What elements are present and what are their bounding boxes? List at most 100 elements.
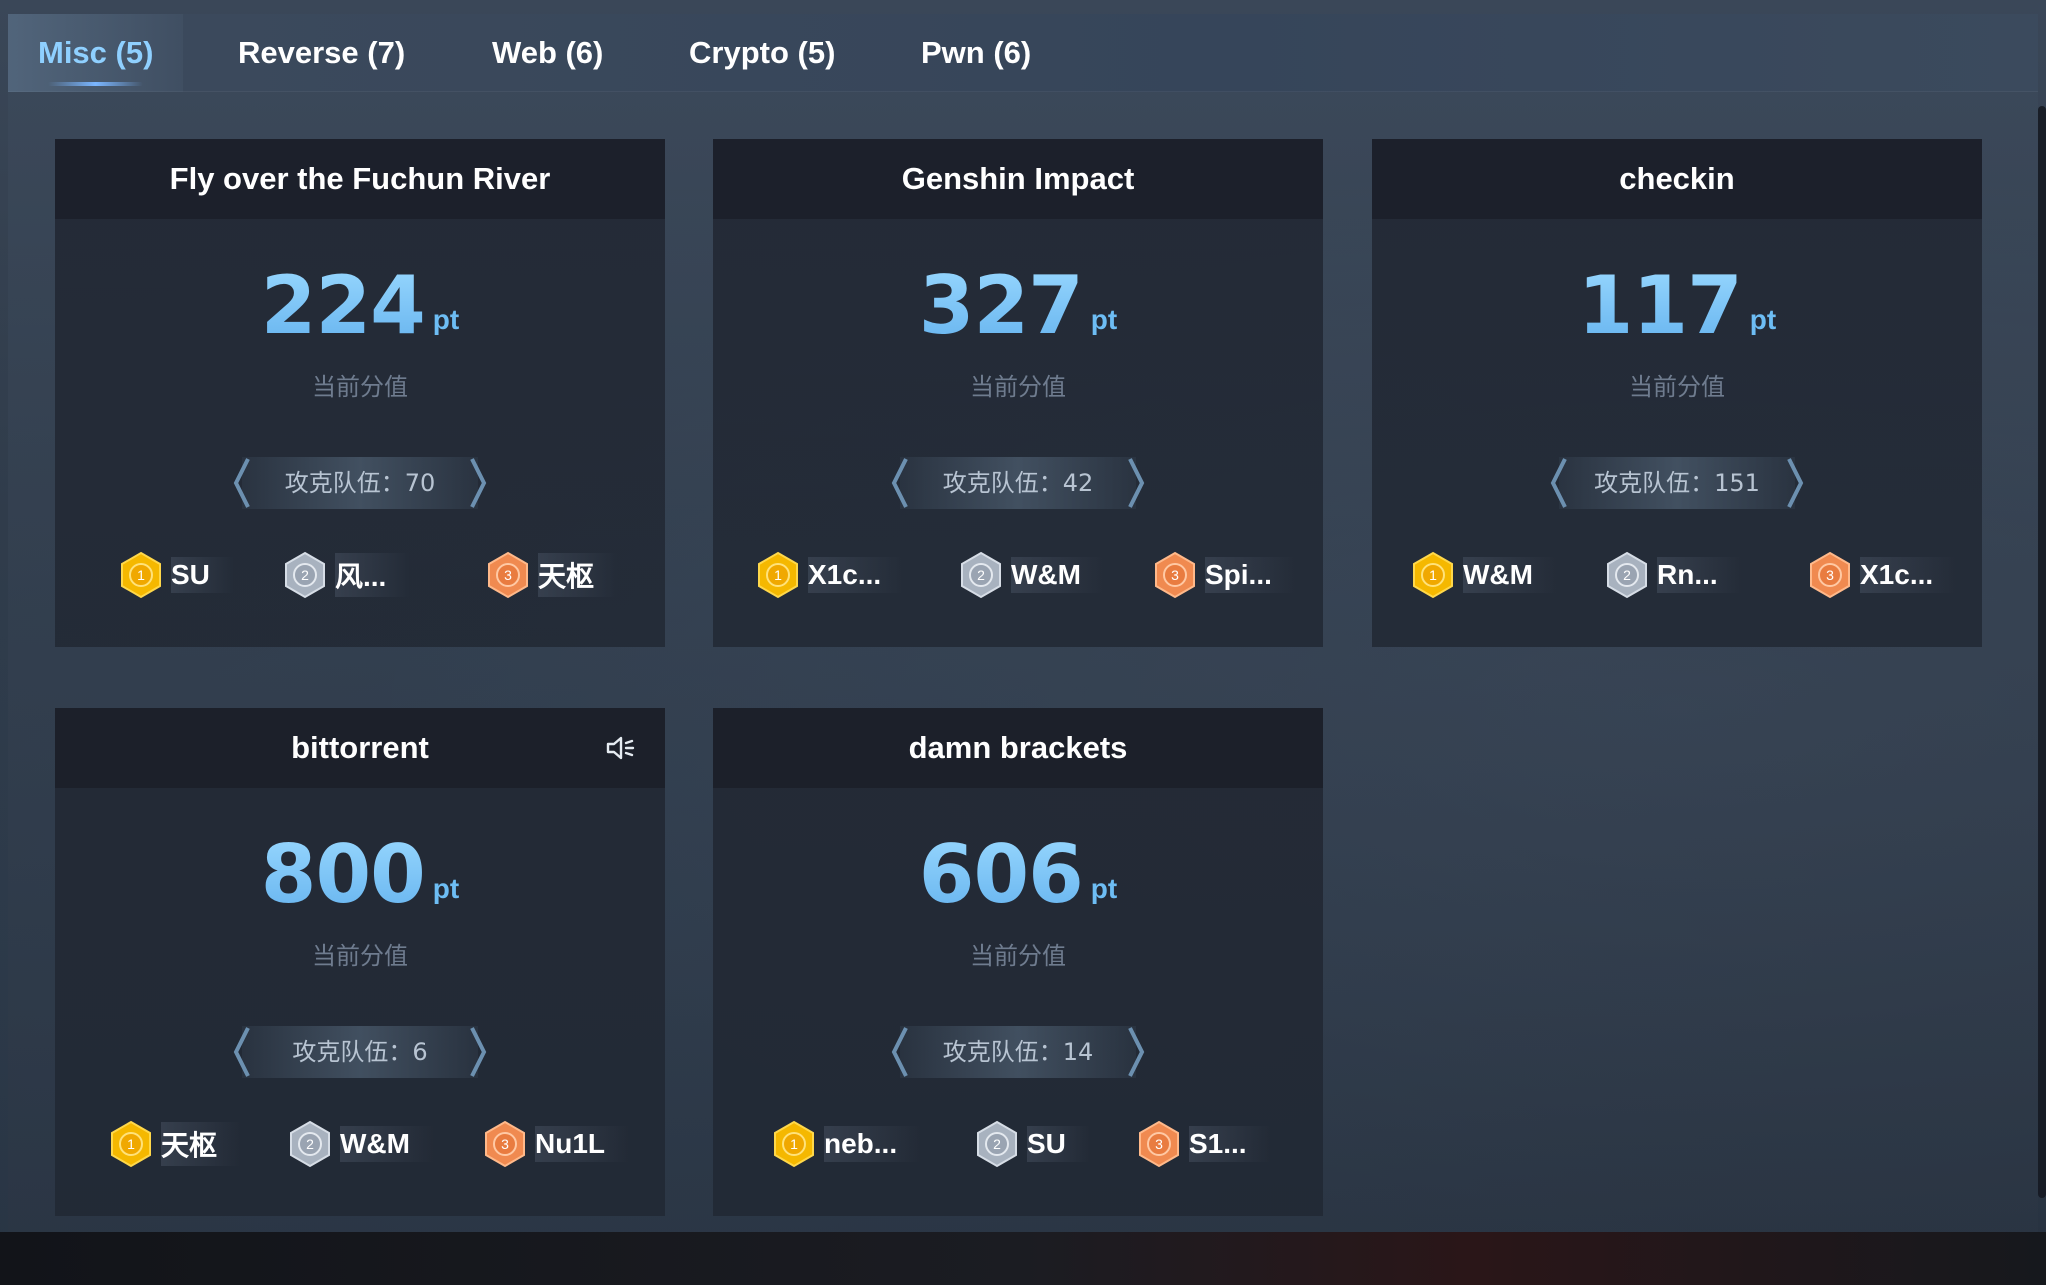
svg-text:1: 1 <box>790 1136 798 1152</box>
challenge-card[interactable]: bittorrent 800pt 当前分值 攻克队伍：6 1 天枢 2 W&M <box>55 708 665 1216</box>
silver-medal-icon: 2 <box>1607 551 1647 599</box>
score-label: 当前分值 <box>1629 373 1725 401</box>
bronze-medal-icon: 3 <box>485 1120 525 1168</box>
tab-reverse[interactable]: Reverse (7) <box>238 14 405 92</box>
rank-entry: 3 天枢 <box>486 551 619 599</box>
gold-medal-icon: 1 <box>1413 551 1453 599</box>
tab-misc[interactable]: Misc (5) <box>8 14 184 92</box>
team-name: 天枢 <box>161 1122 242 1166</box>
right-bracket-icon <box>470 458 487 508</box>
rank-entry: 2 Rn... <box>1605 551 1742 599</box>
challenge-title: damn brackets <box>713 708 1323 788</box>
svg-text:1: 1 <box>127 1136 135 1152</box>
bronze-medal-icon: 3 <box>1810 551 1850 599</box>
team-name: SU <box>1027 1126 1090 1162</box>
rank-entry: 2 风... <box>283 551 411 599</box>
rank-entry: 1 X1c... <box>756 551 906 599</box>
rank-entry: 2 W&M <box>959 551 1105 599</box>
team-name: Rn... <box>1657 557 1742 593</box>
bottom-background-strip <box>0 1232 2046 1285</box>
challenge-card[interactable]: Fly over the Fuchun River 224 pt 当前分值 攻克队… <box>55 139 665 647</box>
solves-text: 攻克队伍：6 <box>292 1038 428 1066</box>
score-label: 当前分值 <box>970 942 1066 970</box>
solves-count: 攻克队伍：14 <box>891 1026 1145 1078</box>
challenge-title: bittorrent <box>55 708 665 788</box>
solves-text: 攻克队伍：151 <box>1594 469 1760 497</box>
svg-text:2: 2 <box>977 567 985 583</box>
score-value: 606 <box>918 828 1084 921</box>
score-label: 当前分值 <box>970 373 1066 401</box>
left-bracket-icon <box>1550 458 1567 508</box>
solves-count: 攻克队伍：70 <box>233 457 487 509</box>
svg-text:1: 1 <box>137 567 145 583</box>
rank-entry: 3 S1... <box>1137 1120 1271 1168</box>
rank-entry: 1 W&M <box>1411 551 1557 599</box>
team-name: X1c... <box>808 557 906 593</box>
team-name: X1c... <box>1860 557 1958 593</box>
bronze-medal-icon: 3 <box>1155 551 1195 599</box>
team-name: SU <box>171 557 234 593</box>
score-display: 606 pt <box>713 828 1323 921</box>
left-bracket-icon <box>233 1027 250 1077</box>
svg-text:3: 3 <box>501 1136 509 1152</box>
team-name: W&M <box>1463 557 1557 593</box>
score-unit: pt <box>1090 304 1118 335</box>
team-name: W&M <box>340 1126 434 1162</box>
score-display: 327 pt <box>713 259 1323 352</box>
solves-text: 攻克队伍：70 <box>284 469 436 497</box>
rank-entry: 2 SU <box>975 1120 1090 1168</box>
score-label: 当前分值 <box>312 373 408 401</box>
right-bracket-icon <box>1128 1027 1145 1077</box>
rank-entry: 3 X1c... <box>1808 551 1958 599</box>
solves-count: 攻克队伍：151 <box>1550 457 1804 509</box>
score-value: 224 <box>260 259 426 352</box>
score-unit: pt <box>1090 873 1118 904</box>
challenge-panel: Misc (5) Reverse (7) Web (6) Crypto (5) … <box>8 14 2046 1232</box>
rank-entry: 3 Nu1L <box>483 1120 629 1168</box>
silver-medal-icon: 2 <box>290 1120 330 1168</box>
tab-pwn[interactable]: Pwn (6) <box>921 14 1031 92</box>
vertical-scrollbar[interactable] <box>2038 106 2046 1198</box>
svg-text:3: 3 <box>1826 567 1834 583</box>
right-bracket-icon <box>1787 458 1804 508</box>
bronze-medal-icon: 3 <box>1139 1120 1179 1168</box>
score-unit: pt <box>432 304 460 335</box>
challenge-title: checkin <box>1372 139 1982 219</box>
left-bracket-icon <box>233 458 250 508</box>
silver-medal-icon: 2 <box>977 1120 1017 1168</box>
challenge-title: Fly over the Fuchun River <box>55 139 665 219</box>
svg-text:2: 2 <box>306 1136 314 1152</box>
score-value: 117 <box>1577 259 1743 352</box>
score-display: 224 pt <box>55 259 665 352</box>
challenge-card[interactable]: checkin 117 pt 当前分值 攻克队伍：151 1 W&M 2 Rn..… <box>1372 139 1982 647</box>
score-display: 117 pt <box>1372 259 1982 352</box>
challenge-card[interactable]: Genshin Impact 327 pt 当前分值 攻克队伍：42 1 X1c.… <box>713 139 1323 647</box>
right-bracket-icon <box>470 1027 487 1077</box>
rank-entry: 1 天枢 <box>109 1120 242 1168</box>
gold-medal-icon: 1 <box>758 551 798 599</box>
tab-crypto[interactable]: Crypto (5) <box>689 14 835 92</box>
team-name: neb... <box>824 1126 922 1162</box>
solves-count: 攻克队伍：6 <box>233 1026 487 1078</box>
team-name: S1... <box>1189 1126 1271 1162</box>
rank-entry: 3 Spi... <box>1153 551 1296 599</box>
challenge-card[interactable]: damn brackets 606 pt 当前分值 攻克队伍：14 1 neb..… <box>713 708 1323 1216</box>
tab-web[interactable]: Web (6) <box>492 14 603 92</box>
svg-text:3: 3 <box>1155 1136 1163 1152</box>
left-bracket-icon <box>891 458 908 508</box>
solves-count: 攻克队伍：42 <box>891 457 1145 509</box>
score-value: 327 <box>918 259 1084 352</box>
speaker-icon[interactable] <box>605 734 635 762</box>
category-tab-bar: Misc (5) Reverse (7) Web (6) Crypto (5) … <box>8 14 2038 92</box>
silver-medal-icon: 2 <box>961 551 1001 599</box>
app-viewport: Misc (5) Reverse (7) Web (6) Crypto (5) … <box>0 0 2046 1285</box>
rank-entry: 1 SU <box>119 551 234 599</box>
svg-text:2: 2 <box>301 567 309 583</box>
score-display: 800 pt <box>55 828 665 921</box>
svg-text:3: 3 <box>1171 567 1179 583</box>
svg-text:1: 1 <box>774 567 782 583</box>
left-bracket-icon <box>891 1027 908 1077</box>
svg-text:2: 2 <box>993 1136 1001 1152</box>
svg-text:1: 1 <box>1429 567 1437 583</box>
bronze-medal-icon: 3 <box>488 551 528 599</box>
